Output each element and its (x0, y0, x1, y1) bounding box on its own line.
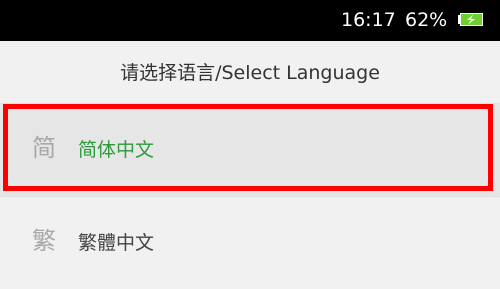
language-header: 请选择语言/Select Language (0, 41, 500, 100)
status-time: 16:17 (341, 9, 396, 31)
language-glyph: 繁 (32, 227, 56, 255)
language-glyph: 简 (32, 134, 56, 162)
battery-percent: 62% (405, 9, 448, 31)
language-option-simplified-chinese[interactable]: 简 简体中文 (0, 103, 500, 196)
language-label: 繁體中文 (78, 232, 155, 254)
charging-battery-icon (458, 13, 483, 26)
language-option-traditional-chinese[interactable]: 繁 繁體中文 (0, 196, 500, 289)
status-bar: 16:17 62% (0, 0, 500, 41)
language-label: 简体中文 (78, 139, 155, 161)
page-title: 请选择语言/Select Language (120, 62, 380, 84)
